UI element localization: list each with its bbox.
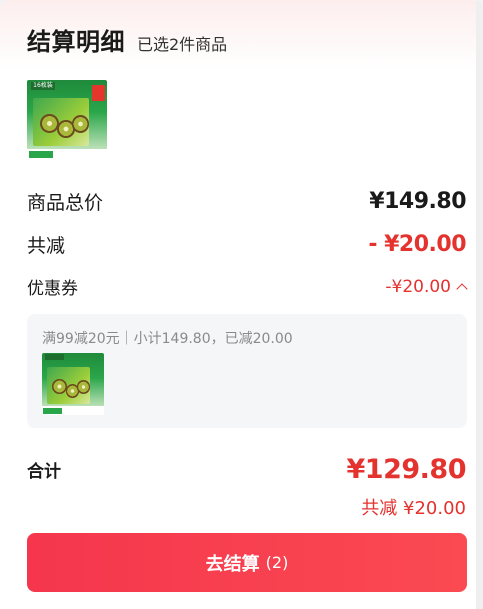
kiwi-slice	[76, 380, 91, 394]
checkout-count: (2)	[265, 553, 289, 572]
header: 结算明细 已选2件商品	[27, 22, 227, 57]
checkout-label: 去结算	[205, 553, 260, 575]
total-price-value: ¥149.80	[369, 189, 466, 214]
coupon-toggle[interactable]: -¥20.00	[385, 276, 468, 297]
coupon-product-thumbnail[interactable]	[42, 353, 104, 415]
kiwi-slice	[51, 379, 67, 394]
product-thumbnail[interactable]: 16枚装	[27, 80, 107, 160]
discount-total-value: - ¥20.00	[368, 232, 466, 257]
checkout-details-panel: 结算明细 已选2件商品 16枚装 商品总价 ¥149.80 共减 - ¥20.0…	[0, 0, 483, 609]
grand-total-row: 合计 ¥129.80	[27, 454, 467, 485]
kiwi-slice	[71, 115, 90, 133]
total-price-label: 商品总价	[27, 192, 104, 214]
coupon-detail-text: 满99减20元｜小计149.80，已减20.00	[42, 331, 293, 347]
saved-amount-row: 共减 ¥20.00	[27, 494, 466, 520]
grand-total-value: ¥129.80	[346, 454, 467, 485]
product-tag	[45, 354, 64, 361]
coupon-detail-box: 满99减20元｜小计149.80，已减20.00	[27, 314, 467, 428]
discount-total-row: 共减 - ¥20.00	[27, 231, 466, 258]
chevron-up-icon[interactable]	[456, 282, 468, 295]
selected-count: 已选2件商品	[137, 35, 228, 54]
coupon-label: 优惠券	[27, 279, 78, 299]
coupon-value: -¥20.00	[385, 276, 451, 297]
kiwi-slice	[39, 113, 59, 133]
discount-total-label: 共减	[27, 235, 66, 257]
product-badge	[91, 84, 105, 101]
product-image: 16枚装	[27, 80, 107, 160]
total-price-row: 商品总价 ¥149.80	[27, 188, 466, 215]
page-title: 结算明细	[27, 28, 125, 56]
product-footer-label	[28, 151, 53, 159]
checkout-button[interactable]: 去结算 (2)	[27, 533, 467, 592]
product-image	[42, 353, 104, 415]
coupon-row[interactable]: 优惠券 -¥20.00	[27, 274, 468, 299]
saved-amount: 共减 ¥20.00	[361, 498, 466, 519]
right-edge-divider	[476, 0, 483, 609]
product-tag: 16枚装	[31, 81, 55, 90]
grand-total-label: 合计	[27, 462, 61, 482]
product-footer-label	[43, 408, 62, 414]
